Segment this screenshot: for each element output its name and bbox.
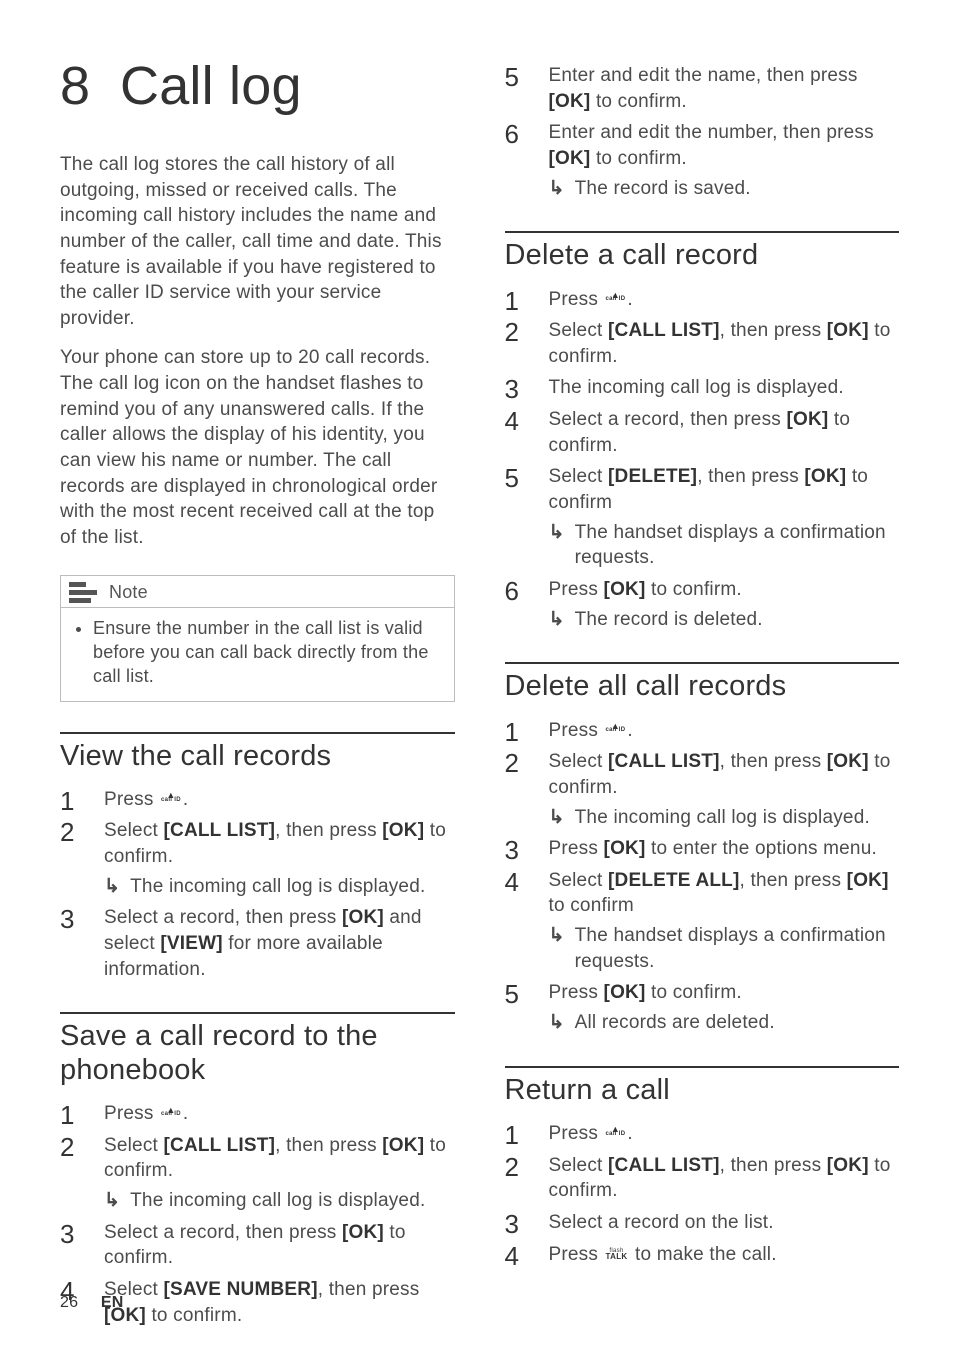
return-steps: Press ▲call ID. Select [CALL LIST], then… <box>505 1121 900 1267</box>
callid-icon: ▲call ID <box>161 1108 181 1117</box>
result-arrow-icon: ↳ <box>549 805 565 831</box>
sub-result: ↳The record is deleted. <box>549 607 900 633</box>
intro-paragraph-2: Your phone can store up to 20 call recor… <box>60 345 455 550</box>
sub-result: ↳All records are deleted. <box>549 1010 900 1036</box>
step: Press ▲call ID. <box>60 787 455 813</box>
section-divider <box>505 662 900 664</box>
result-arrow-icon: ↳ <box>104 1188 120 1214</box>
section-delete-all-title: Delete all call records <box>505 670 900 703</box>
step: Press [OK] to confirm. ↳The record is de… <box>505 577 900 632</box>
step: Select a record, then press [OK] and sel… <box>60 905 455 982</box>
sub-result: ↳The record is saved. <box>549 176 900 202</box>
section-view-title: View the call records <box>60 740 455 773</box>
step: Select [DELETE], then press [OK] to conf… <box>505 464 900 571</box>
result-arrow-icon: ↳ <box>104 874 120 900</box>
section-divider <box>505 1066 900 1068</box>
delete-one-steps: Press ▲call ID. Select [CALL LIST], then… <box>505 287 900 633</box>
step: Select a record on the list. <box>505 1210 900 1236</box>
note-title: Note <box>109 582 148 603</box>
step: Enter and edit the number, then press [O… <box>505 120 900 201</box>
view-steps: Press ▲call ID. Select [CALL LIST], then… <box>60 787 455 982</box>
callid-icon: ▲call ID <box>606 293 626 302</box>
note-icon <box>69 582 97 602</box>
result-arrow-icon: ↳ <box>549 923 565 974</box>
step: Select [CALL LIST], then press [OK] to c… <box>505 749 900 830</box>
section-delete-one-title: Delete a call record <box>505 239 900 272</box>
step: Press [OK] to confirm. ↳All records are … <box>505 980 900 1035</box>
sub-result: ↳The incoming call log is displayed. <box>104 1188 455 1214</box>
step: Select [CALL LIST], then press [OK] to c… <box>60 1133 455 1214</box>
result-arrow-icon: ↳ <box>549 1010 565 1036</box>
step: Press ▲call ID. <box>505 1121 900 1147</box>
delete-all-steps: Press ▲call ID. Select [CALL LIST], then… <box>505 718 900 1036</box>
callid-icon: ▲call ID <box>161 793 181 802</box>
talk-icon: flashTALK <box>606 1249 628 1260</box>
right-column: Enter and edit the name, then press [OK]… <box>505 55 900 1334</box>
chapter-name: Call log <box>120 56 302 116</box>
step: Press [OK] to enter the options menu. <box>505 836 900 862</box>
step: Enter and edit the name, then press [OK]… <box>505 63 900 114</box>
step: Press flashTALK to make the call. <box>505 1242 900 1268</box>
page-language: EN <box>101 1294 124 1311</box>
step: Select a record, then press [OK] to conf… <box>60 1220 455 1271</box>
result-arrow-icon: ↳ <box>549 176 565 202</box>
step: Press ▲call ID. <box>505 718 900 744</box>
step: Press ▲call ID. <box>505 287 900 313</box>
left-column: 8Call log The call log stores the call h… <box>60 55 455 1334</box>
page-number: 26 <box>60 1294 78 1311</box>
section-divider <box>60 732 455 734</box>
step: Select [CALL LIST], then press [OK] to c… <box>505 1153 900 1204</box>
page-footer: 26 EN <box>60 1294 124 1312</box>
note-box: Note Ensure the number in the call list … <box>60 575 455 702</box>
section-divider <box>60 1012 455 1014</box>
callid-icon: ▲call ID <box>606 1127 626 1136</box>
page-content: 8Call log The call log stores the call h… <box>0 0 954 1364</box>
note-text: Ensure the number in the call list is va… <box>93 616 440 689</box>
intro-paragraph-1: The call log stores the call history of … <box>60 152 455 331</box>
chapter-title: 8Call log <box>60 55 455 117</box>
section-return-title: Return a call <box>505 1074 900 1107</box>
sub-result: ↳The incoming call log is displayed. <box>104 874 455 900</box>
step: Select [CALL LIST], then press [OK] to c… <box>505 318 900 369</box>
step: The incoming call log is displayed. <box>505 375 900 401</box>
save-steps-continued: Enter and edit the name, then press [OK]… <box>505 63 900 201</box>
result-arrow-icon: ↳ <box>549 520 565 571</box>
step: Select [DELETE ALL], then press [OK] to … <box>505 868 900 975</box>
callid-icon: ▲call ID <box>606 724 626 733</box>
note-body: Ensure the number in the call list is va… <box>61 608 454 701</box>
section-divider <box>505 231 900 233</box>
step: Press ▲call ID. <box>60 1101 455 1127</box>
result-arrow-icon: ↳ <box>549 607 565 633</box>
sub-result: ↳The handset displays a confirmation req… <box>549 923 900 974</box>
section-save-title: Save a call record to the phonebook <box>60 1020 455 1087</box>
sub-result: ↳The handset displays a confirmation req… <box>549 520 900 571</box>
chapter-number: 8 <box>60 55 120 117</box>
step: Select [CALL LIST], then press [OK] to c… <box>60 818 455 899</box>
sub-result: ↳The incoming call log is displayed. <box>549 805 900 831</box>
step: Select a record, then press [OK] to conf… <box>505 407 900 458</box>
note-header: Note <box>61 576 454 607</box>
